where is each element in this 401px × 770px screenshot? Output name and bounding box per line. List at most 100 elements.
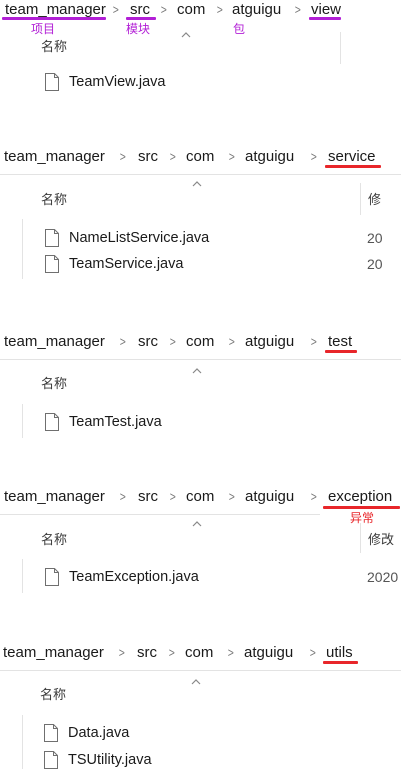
chevron-right-icon[interactable]: > — [311, 487, 317, 507]
breadcrumb-item-src[interactable]: src — [138, 147, 158, 167]
java-file-icon — [45, 413, 59, 431]
java-file-icon — [44, 724, 58, 742]
chevron-right-icon[interactable]: > — [120, 147, 126, 167]
file-date: 20 — [367, 256, 383, 272]
annotation-package: 包 — [233, 22, 246, 36]
column-divider[interactable] — [360, 523, 361, 553]
file-name: Data.java — [68, 725, 130, 741]
chevron-right-icon[interactable]: > — [170, 332, 176, 352]
breadcrumb-item-team-manager[interactable]: team_manager — [4, 487, 105, 507]
chevron-right-icon[interactable]: > — [120, 332, 126, 352]
sort-up-icon[interactable] — [192, 520, 202, 528]
column-header-name[interactable]: 名称 — [41, 192, 67, 208]
tree-divider — [22, 219, 23, 279]
file-name: NameListService.java — [69, 230, 210, 246]
chevron-right-icon[interactable]: > — [310, 643, 316, 663]
java-file-icon — [45, 229, 59, 247]
explorer-panel-service: team_manager > src > com > atguigu > ser… — [0, 147, 401, 287]
explorer-panel-test: team_manager > src > com > atguigu > tes… — [0, 332, 401, 442]
explorer-panel-utils: team_manager > src > com > atguigu > uti… — [0, 643, 401, 769]
file-item[interactable]: NameListService.java — [44, 228, 364, 248]
sort-up-icon[interactable] — [181, 31, 191, 39]
annotation-underline-test — [325, 350, 357, 353]
chevron-right-icon[interactable]: > — [311, 147, 317, 167]
file-date: 20 — [367, 230, 383, 246]
chevron-right-icon[interactable]: > — [229, 487, 235, 507]
chevron-right-icon[interactable]: > — [229, 332, 235, 352]
annotation-underline-package — [309, 17, 341, 20]
tree-divider — [22, 715, 23, 769]
column-divider — [340, 32, 341, 64]
chevron-right-icon[interactable]: > — [311, 332, 317, 352]
tree-divider — [22, 404, 23, 438]
file-item[interactable]: TeamException.java — [44, 567, 364, 587]
explorer-panel-exception: team_manager > src > com > atguigu > exc… — [0, 487, 401, 597]
breadcrumb-item-src[interactable]: src — [138, 487, 158, 507]
chevron-right-icon[interactable]: > — [170, 487, 176, 507]
java-file-icon — [45, 568, 59, 586]
chevron-right-icon[interactable]: > — [169, 643, 175, 663]
breadcrumb-item-team-manager[interactable]: team_manager — [4, 147, 105, 167]
breadcrumb-item-utils[interactable]: utils — [326, 643, 353, 663]
breadcrumb-item-atguigu[interactable]: atguigu — [244, 643, 293, 663]
column-header-name[interactable]: 名称 — [40, 687, 66, 703]
annotation-underline-project — [2, 17, 106, 20]
file-name: TSUtility.java — [68, 752, 152, 768]
sort-up-icon[interactable] — [192, 367, 202, 375]
file-item[interactable]: Data.java — [43, 723, 363, 743]
file-item[interactable]: TeamService.java — [44, 254, 364, 274]
column-header-modified[interactable]: 修 — [368, 192, 401, 208]
column-header-name[interactable]: 名称 — [41, 532, 67, 548]
breadcrumb-item-src[interactable]: src — [137, 643, 157, 663]
breadcrumb-item-atguigu[interactable]: atguigu — [245, 332, 294, 352]
java-file-icon — [44, 751, 58, 769]
breadcrumb-item-com[interactable]: com — [186, 147, 214, 167]
file-name: TeamException.java — [69, 569, 199, 585]
explorer-panel-view: team_manager > src > com > atguigu > vie… — [0, 0, 401, 100]
file-name: TeamService.java — [69, 256, 184, 272]
column-divider[interactable] — [360, 183, 361, 215]
file-item[interactable]: TeamView.java — [44, 72, 364, 92]
breadcrumb-item-team-manager[interactable]: team_manager — [4, 332, 105, 352]
file-date: 2020 — [367, 569, 399, 585]
breadcrumb-divider — [0, 670, 401, 671]
sort-up-icon[interactable] — [191, 678, 201, 686]
breadcrumb-divider — [0, 359, 401, 360]
annotation-underline-exception — [323, 506, 400, 509]
annotation-exception: 异常 — [350, 511, 375, 525]
java-file-icon — [45, 255, 59, 273]
file-name: TeamTest.java — [69, 414, 162, 430]
breadcrumb-item-atguigu[interactable]: atguigu — [245, 487, 294, 507]
annotation-underline-module — [126, 17, 156, 20]
java-file-icon — [45, 73, 59, 91]
breadcrumb-item-com[interactable]: com — [186, 487, 214, 507]
tree-divider — [22, 559, 23, 593]
chevron-right-icon[interactable]: > — [120, 487, 126, 507]
breadcrumb-divider — [0, 514, 320, 515]
breadcrumb-item-exception[interactable]: exception — [328, 487, 392, 507]
breadcrumb-item-test[interactable]: test — [328, 332, 352, 352]
sort-up-icon[interactable] — [192, 180, 202, 188]
file-item[interactable]: TSUtility.java — [43, 750, 363, 770]
annotation-underline-service — [325, 165, 381, 168]
chevron-right-icon[interactable]: > — [161, 0, 167, 20]
column-header-modified[interactable]: 修改 — [368, 532, 401, 548]
chevron-right-icon[interactable]: > — [170, 147, 176, 167]
breadcrumb-item-src[interactable]: src — [138, 332, 158, 352]
annotation-underline-utils — [323, 661, 358, 664]
chevron-right-icon[interactable]: > — [229, 147, 235, 167]
breadcrumb-item-atguigu[interactable]: atguigu — [245, 147, 294, 167]
chevron-right-icon[interactable]: > — [228, 643, 234, 663]
breadcrumb-divider — [0, 174, 401, 175]
annotation-module: 模块 — [126, 22, 151, 36]
chevron-right-icon[interactable]: > — [119, 643, 125, 663]
chevron-right-icon[interactable]: > — [113, 0, 119, 20]
breadcrumb-item-service[interactable]: service — [328, 147, 376, 167]
column-header-name[interactable]: 名称 — [41, 376, 67, 392]
breadcrumb-item-com[interactable]: com — [185, 643, 213, 663]
file-item[interactable]: TeamTest.java — [44, 412, 364, 432]
breadcrumb-item-team-manager[interactable]: team_manager — [3, 643, 104, 663]
file-name: TeamView.java — [69, 74, 166, 90]
column-header-name[interactable]: 名称 — [41, 39, 67, 55]
breadcrumb-item-com[interactable]: com — [186, 332, 214, 352]
